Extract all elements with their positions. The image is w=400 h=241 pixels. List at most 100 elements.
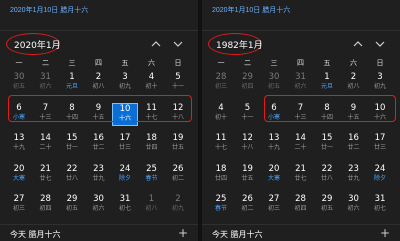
day-cell[interactable]: 26 初二: [235, 194, 261, 217]
add-event-button[interactable]: +: [380, 226, 390, 240]
day-cell[interactable]: 22 廿八: [314, 164, 340, 187]
day-cell[interactable]: 21 廿七: [288, 164, 314, 187]
lunar-date: 元旦: [65, 83, 78, 90]
lunar-date: 初十: [145, 83, 158, 90]
day-cell[interactable]: 2 初八: [86, 72, 112, 95]
lunar-date: 廿七: [39, 174, 52, 182]
weekday-label: 五: [121, 59, 129, 67]
day-cell[interactable]: 14 二十: [288, 133, 314, 156]
lunar-date: 廿一: [320, 144, 333, 151]
day-cell[interactable]: 1 元旦: [59, 72, 85, 95]
day-cell[interactable]: 31 初六: [33, 72, 59, 95]
lunar-date: 廿九: [92, 174, 105, 182]
day-cell[interactable]: 12 十八: [235, 133, 261, 156]
month-title[interactable]: 2020年1月: [14, 38, 61, 51]
day-number: 30: [93, 194, 104, 204]
month-title[interactable]: 1982年1月: [216, 38, 263, 51]
day-cell[interactable]: 25 春节: [139, 164, 165, 187]
day-cell[interactable]: 2 初八: [341, 72, 367, 95]
chevron-up-icon[interactable]: [150, 38, 162, 50]
day-cell[interactable]: 4 初十: [208, 103, 234, 126]
lunar-date: 除夕: [118, 174, 131, 182]
day-cell[interactable]: 25 春节: [208, 194, 234, 217]
day-cell[interactable]: 16 廿二: [341, 133, 367, 156]
day-cell[interactable]: 20 大寒: [6, 164, 32, 187]
day-cell[interactable]: 15 廿一: [314, 133, 340, 156]
day-cell[interactable]: 30 初六: [341, 194, 367, 217]
add-event-button[interactable]: +: [178, 226, 188, 240]
day-cell[interactable]: 4 初十: [139, 72, 165, 95]
day-cell[interactable]: 28 初三: [208, 72, 234, 95]
day-cell[interactable]: 19 廿五: [235, 164, 261, 187]
day-number: 27: [268, 194, 280, 204]
day-cell[interactable]: 30 初六: [86, 194, 112, 217]
day-number: 17: [374, 133, 386, 143]
day-cell[interactable]: 28 初四: [288, 194, 314, 217]
date-line[interactable]: 2020年1月10日 腊月十六: [212, 5, 290, 15]
lunar-date: 元旦: [320, 83, 333, 90]
day-cell[interactable]: 5 十一: [165, 72, 191, 95]
day-cell[interactable]: 17 廿三: [367, 133, 393, 156]
day-number: 29: [242, 72, 253, 82]
lunar-date: 除夕: [373, 174, 386, 182]
day-number: 22: [321, 163, 333, 174]
lunar-date: 初五: [12, 83, 25, 90]
chevron-up-icon[interactable]: [352, 38, 364, 50]
day-number: 2: [350, 72, 357, 82]
lunar-date: 十八: [241, 144, 254, 151]
chevron-down-icon[interactable]: [374, 38, 386, 50]
day-cell[interactable]: 29 初四: [235, 72, 261, 95]
day-cell[interactable]: 13 十九: [6, 133, 32, 156]
day-cell[interactable]: 18 廿四: [208, 164, 234, 187]
day-cell[interactable]: 31 初七: [112, 194, 138, 217]
day-cell[interactable]: 17 廿三: [112, 133, 138, 156]
day-cell[interactable]: 19 廿五: [165, 133, 191, 156]
today-label[interactable]: 今天 腊月十六: [212, 229, 263, 240]
month-header: 2020年1月: [0, 30, 198, 59]
lunar-date: 初六: [92, 205, 105, 212]
day-cell[interactable]: 2 初九: [165, 194, 191, 217]
day-cell[interactable]: 31 初七: [367, 194, 393, 217]
today-label[interactable]: 今天 腊月十六: [10, 229, 61, 240]
day-cell[interactable]: 3 初九: [367, 72, 393, 95]
day-cell[interactable]: 15 廿一: [59, 133, 85, 156]
day-cell[interactable]: 3 初九: [112, 72, 138, 95]
day-number: 12: [242, 133, 253, 143]
lunar-date: 初六: [294, 83, 307, 90]
day-number: 16: [93, 133, 104, 143]
day-cell[interactable]: 24 除夕: [112, 164, 138, 187]
day-cell[interactable]: 24 除夕: [367, 164, 393, 187]
lunar-date: 初三: [12, 205, 25, 212]
day-cell[interactable]: 16 廿二: [86, 133, 112, 156]
day-cell[interactable]: 21 廿七: [33, 164, 59, 187]
day-number: 3: [377, 72, 383, 82]
date-line[interactable]: 2020年1月10日 腊月十六: [10, 5, 88, 15]
day-cell[interactable]: 27 初三: [6, 194, 32, 217]
lunar-date: 初五: [65, 205, 78, 212]
day-number: 24: [119, 163, 131, 174]
day-cell[interactable]: 22 廿八: [59, 164, 85, 187]
day-number: 14: [295, 133, 306, 143]
day-cell[interactable]: 13 十九: [261, 133, 287, 156]
day-cell[interactable]: 29 初五: [314, 194, 340, 217]
day-cell[interactable]: 11 十七: [208, 133, 234, 156]
day-cell[interactable]: 30 初五: [261, 72, 287, 95]
day-number: 31: [295, 72, 306, 82]
day-cell[interactable]: 29 初五: [59, 194, 85, 217]
chevron-down-icon[interactable]: [172, 38, 184, 50]
day-cell[interactable]: 26 初二: [165, 164, 191, 187]
day-cell[interactable]: 31 初六: [288, 72, 314, 95]
day-cell[interactable]: 23 廿九: [341, 164, 367, 187]
day-cell[interactable]: 1 初八: [139, 194, 165, 217]
day-cell[interactable]: 14 二十: [33, 133, 59, 156]
day-number: 5: [244, 102, 251, 113]
weekday-label: 五: [323, 59, 331, 67]
day-cell[interactable]: 18 廿四: [139, 133, 165, 156]
day-cell[interactable]: 27 初三: [261, 194, 287, 217]
day-cell[interactable]: 20 大寒: [261, 164, 287, 187]
day-cell[interactable]: 30 初五: [6, 72, 32, 95]
day-cell[interactable]: 1 元旦: [314, 72, 340, 95]
day-cell[interactable]: 28 初四: [33, 194, 59, 217]
day-cell[interactable]: 5 十一: [235, 103, 261, 126]
day-cell[interactable]: 23 廿九: [86, 164, 112, 187]
